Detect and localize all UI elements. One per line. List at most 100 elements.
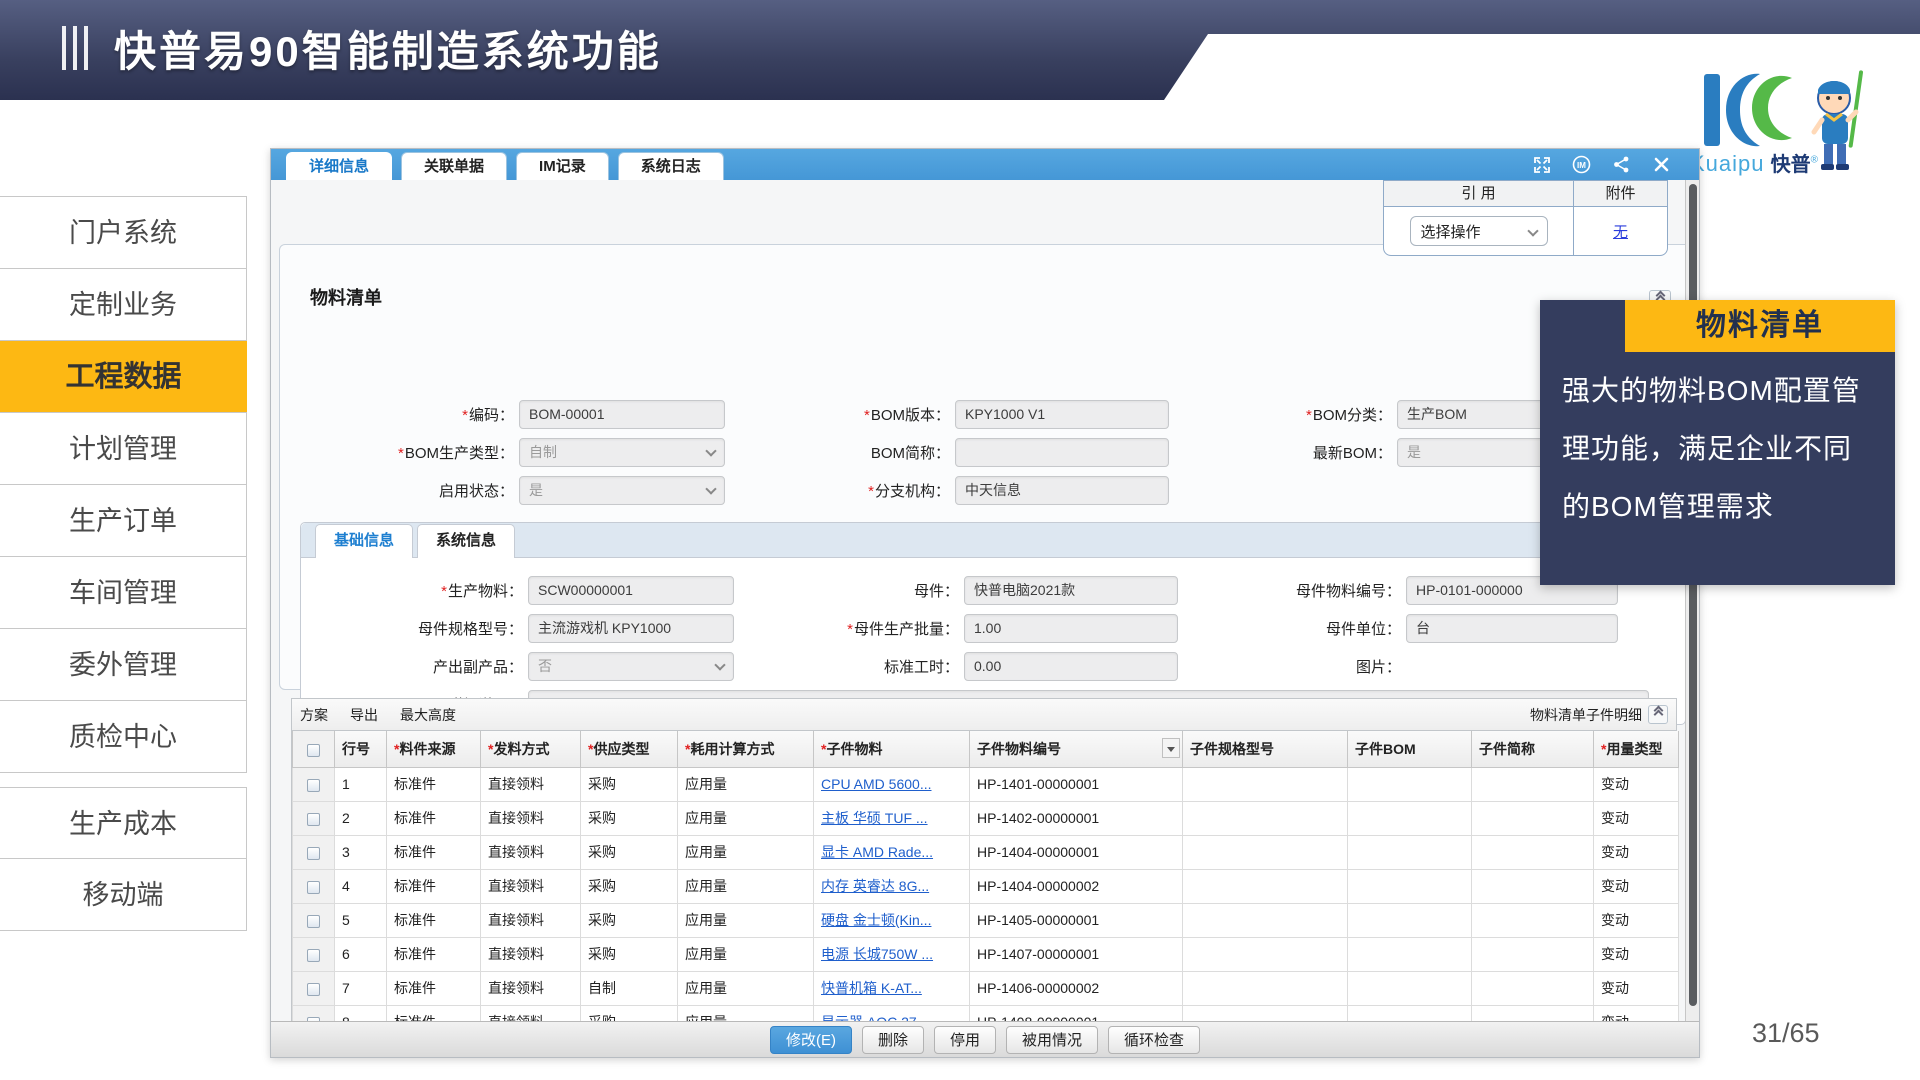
- action-button[interactable]: 停用: [934, 1026, 996, 1054]
- table-cell: 应用量: [678, 767, 814, 801]
- action-button[interactable]: 循环检查: [1108, 1026, 1200, 1054]
- child-item-link[interactable]: 内存 英睿达 8G...: [821, 878, 929, 894]
- column-header[interactable]: *供应类型: [581, 731, 678, 767]
- child-item-link[interactable]: 电源 长城750W ...: [821, 946, 933, 962]
- close-icon[interactable]: [1652, 155, 1671, 174]
- sidebar-item[interactable]: 定制业务: [0, 269, 247, 341]
- column-header[interactable]: *子件物料: [814, 731, 970, 767]
- chevron-down-icon: [1527, 225, 1538, 236]
- row-checkbox[interactable]: [307, 813, 320, 826]
- row-checkbox[interactable]: [307, 779, 320, 792]
- table-cell: 主板 华硕 TUF ...: [814, 801, 970, 835]
- basic-info-tab[interactable]: 系统信息: [417, 524, 515, 558]
- field-select[interactable]: 否: [528, 652, 734, 681]
- row-checkbox[interactable]: [307, 881, 320, 894]
- table-cell: 标准件: [387, 835, 481, 869]
- column-header[interactable]: 子件规格型号: [1183, 731, 1348, 767]
- sidebar-item[interactable]: 委外管理: [0, 629, 247, 701]
- field-input[interactable]: 中天信息: [955, 476, 1169, 505]
- sidebar-item[interactable]: 移动端: [0, 859, 247, 931]
- field-input[interactable]: 快普电脑2021款: [964, 576, 1178, 605]
- toolbar-link[interactable]: 导出: [350, 707, 378, 723]
- table-cell: [1472, 801, 1594, 835]
- table-cell: [1183, 869, 1348, 903]
- toolbar-link[interactable]: 方案: [300, 707, 328, 723]
- row-checkbox[interactable]: [307, 915, 320, 928]
- grid-collapse-button[interactable]: [1648, 705, 1668, 724]
- field-input[interactable]: 1.00: [964, 614, 1178, 643]
- window-tab[interactable]: 系统日志: [618, 152, 724, 180]
- field-input[interactable]: 0.00: [964, 652, 1178, 681]
- column-header[interactable]: 子件物料编号: [970, 731, 1183, 767]
- column-header[interactable]: 行号: [335, 731, 387, 767]
- child-item-link[interactable]: 显卡 AMD Rade...: [821, 844, 933, 860]
- row-checkbox[interactable]: [307, 949, 320, 962]
- child-item-link[interactable]: 硬盘 金士顿(Kin...: [821, 912, 931, 928]
- footer-button-bar: 修改(E) 删除停用被用情况循环检查: [271, 1021, 1699, 1057]
- attachment-link[interactable]: 无: [1613, 221, 1628, 242]
- basic-info-tabs: 基础信息系统信息: [301, 523, 1685, 558]
- sidebar-item[interactable]: 工程数据: [0, 341, 247, 413]
- window-tab[interactable]: 关联单据: [401, 152, 507, 180]
- titlebar-icons: IM: [1532, 155, 1671, 174]
- field-input[interactable]: 主流游戏机 KPY1000: [528, 614, 734, 643]
- table-row: 5标准件直接领料采购应用量硬盘 金士顿(Kin...HP-1405-000000…: [293, 903, 1679, 937]
- child-item-link[interactable]: CPU AMD 5600...: [821, 776, 932, 792]
- table-cell: [1472, 835, 1594, 869]
- table-cell: HP-1405-00000001: [970, 903, 1183, 937]
- sidebar-item[interactable]: 计划管理: [0, 413, 247, 485]
- field-select[interactable]: 自制: [519, 438, 725, 467]
- basic-info-tab[interactable]: 基础信息: [315, 524, 413, 558]
- table-cell: HP-1404-00000001: [970, 835, 1183, 869]
- required-asterisk: *: [488, 741, 493, 757]
- table-row: 2标准件直接领料采购应用量主板 华硕 TUF ...HP-1402-000000…: [293, 801, 1679, 835]
- field-input[interactable]: SCW00000001: [528, 576, 734, 605]
- select-all-checkbox[interactable]: [307, 744, 320, 757]
- sidebar-item[interactable]: 车间管理: [0, 557, 247, 629]
- row-checkbox[interactable]: [307, 983, 320, 996]
- column-header[interactable]: *料件来源: [387, 731, 481, 767]
- table-cell: HP-1406-00000002: [970, 971, 1183, 1005]
- action-button[interactable]: 删除: [862, 1026, 924, 1054]
- column-header[interactable]: 子件BOM: [1348, 731, 1472, 767]
- sidebar-item[interactable]: 生产订单: [0, 485, 247, 557]
- row-select-cell: [293, 801, 335, 835]
- im-icon[interactable]: IM: [1572, 155, 1591, 174]
- operation-select-value: 选择操作: [1421, 221, 1481, 242]
- field-input[interactable]: KPY1000 V1: [955, 400, 1169, 429]
- field-input[interactable]: 台: [1406, 614, 1618, 643]
- sidebar-item[interactable]: 门户系统: [0, 197, 247, 269]
- field-label: 最新BOM：: [1182, 442, 1392, 463]
- child-item-link[interactable]: 快普机箱 K-AT...: [821, 980, 922, 996]
- field-label: 标准工时：: [749, 656, 959, 677]
- operation-select[interactable]: 选择操作: [1410, 216, 1548, 246]
- required-asterisk: *: [588, 741, 593, 757]
- window-tab[interactable]: 详细信息: [286, 152, 392, 180]
- im-icon-label: IM: [1577, 161, 1586, 170]
- window-tab[interactable]: IM记录: [516, 152, 609, 180]
- required-asterisk: *: [847, 621, 853, 638]
- column-header[interactable]: 子件简称: [1472, 731, 1594, 767]
- field-label: *BOM版本：: [740, 404, 950, 425]
- filter-dropdown-icon[interactable]: [1162, 738, 1180, 758]
- form-field: *母件生产批量：1.00: [749, 613, 1178, 643]
- share-icon[interactable]: [1612, 155, 1631, 174]
- field-select[interactable]: 是: [519, 476, 725, 505]
- action-button[interactable]: 被用情况: [1006, 1026, 1098, 1054]
- child-item-link[interactable]: 主板 华硕 TUF ...: [821, 810, 928, 826]
- fullscreen-icon[interactable]: [1532, 155, 1551, 174]
- sidebar-item[interactable]: 生产成本: [0, 787, 247, 859]
- table-cell: 应用量: [678, 869, 814, 903]
- sidebar-item[interactable]: 质检中心: [0, 701, 247, 773]
- field-input[interactable]: BOM-00001: [519, 400, 725, 429]
- column-header[interactable]: *发料方式: [481, 731, 581, 767]
- field-input[interactable]: [955, 438, 1169, 467]
- field-label: *母件生产批量：: [749, 618, 959, 639]
- column-header[interactable]: *耗用计算方式: [678, 731, 814, 767]
- modify-button[interactable]: 修改(E): [770, 1026, 852, 1054]
- row-checkbox[interactable]: [307, 847, 320, 860]
- column-header[interactable]: *用量类型: [1594, 731, 1679, 767]
- toolbar-link[interactable]: 最大高度: [400, 707, 456, 723]
- table-cell: [1348, 801, 1472, 835]
- required-asterisk: *: [1306, 407, 1312, 424]
